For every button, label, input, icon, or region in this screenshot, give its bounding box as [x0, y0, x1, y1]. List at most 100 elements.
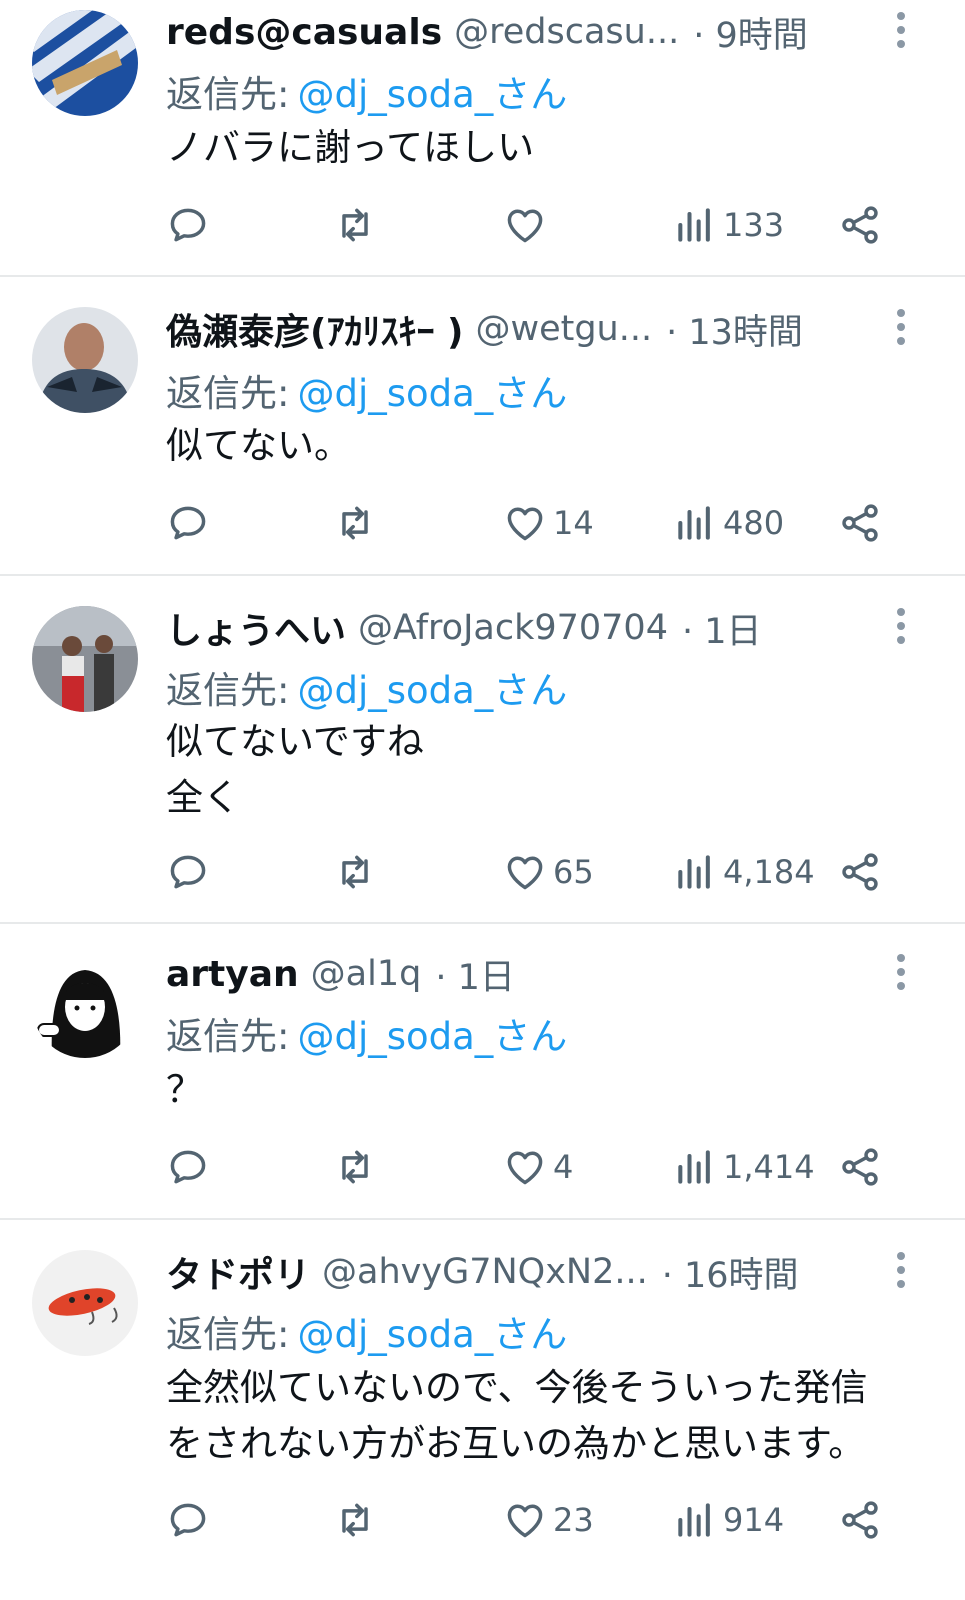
timestamp[interactable]: · 1日: [435, 949, 515, 1000]
timestamp[interactable]: · 16時間: [662, 1247, 799, 1298]
tweet-text: 全然似ていないので、今後そういった発信 をされない方がお互いの為かと思います。: [166, 1366, 868, 1465]
reply-button[interactable]: [166, 847, 210, 897]
display-name[interactable]: reds@casuals: [166, 12, 442, 53]
more-icon[interactable]: [893, 307, 909, 347]
tweet-text: 似てない。: [166, 424, 351, 467]
view-count: 914: [723, 1501, 785, 1539]
retweet-icon: [342, 1150, 368, 1184]
timestamp[interactable]: · 9時間: [693, 7, 808, 58]
reply-button[interactable]: [166, 200, 210, 250]
reply-button[interactable]: [166, 1142, 210, 1192]
share-button[interactable]: [838, 1495, 882, 1545]
more-icon[interactable]: [893, 10, 909, 50]
display-name[interactable]: 偽瀬泰彦(ｱｶﾘｽｷｰ ): [166, 303, 463, 355]
share-button[interactable]: [838, 200, 882, 250]
avatar[interactable]: [32, 10, 138, 116]
reply-context: 返信先: @dj_soda_さん: [166, 1006, 567, 1060]
retweet-button[interactable]: [333, 498, 377, 548]
reply-icon: [170, 1150, 206, 1184]
views-icon: [678, 855, 710, 889]
retweet-icon: [342, 1503, 368, 1537]
timestamp[interactable]: · 13時間: [666, 304, 803, 355]
like-button[interactable]: [503, 200, 553, 250]
reply-button[interactable]: [166, 1495, 210, 1545]
views-button[interactable]: 480: [673, 498, 784, 548]
avatar[interactable]: [32, 952, 138, 1058]
reply-icon: [170, 855, 206, 889]
avatar[interactable]: [32, 1250, 138, 1356]
like-icon: [507, 507, 543, 541]
action-bar: 23 914: [0, 1495, 965, 1545]
avatar[interactable]: [32, 307, 138, 413]
like-button[interactable]: 23: [503, 1495, 594, 1545]
tweet[interactable]: しょうへい @AfroJack970704 · 1日 返信先: @dj_soda_…: [0, 576, 965, 924]
retweet-button[interactable]: [333, 1495, 377, 1545]
reply-icon: [170, 208, 206, 242]
share-button[interactable]: [838, 1142, 882, 1192]
timestamp[interactable]: · 1日: [682, 603, 762, 654]
display-name[interactable]: しょうへい: [166, 602, 346, 654]
views-button[interactable]: 1,414: [673, 1142, 815, 1192]
display-name[interactable]: タドポリ: [166, 1246, 310, 1298]
mention-link[interactable]: @dj_soda_さん: [297, 1015, 567, 1058]
mention-link[interactable]: @dj_soda_さん: [297, 669, 567, 712]
views-icon: [678, 208, 710, 242]
tweet[interactable]: artyan @al1q · 1日 返信先: @dj_soda_さん ？ 4 1,…: [0, 924, 965, 1220]
avatar[interactable]: [32, 606, 138, 712]
handle[interactable]: @redscasu...: [454, 12, 679, 52]
share-icon: [842, 853, 878, 891]
retweet-button[interactable]: [333, 200, 377, 250]
tweet-header: artyan @al1q · 1日: [166, 948, 855, 1000]
retweet-button[interactable]: [333, 1142, 377, 1192]
like-button[interactable]: 4: [503, 1142, 573, 1192]
tweet-header: タドポリ @ahvyG7NQxN2... · 16時間: [166, 1246, 855, 1298]
mention-link[interactable]: @dj_soda_さん: [297, 73, 567, 116]
like-icon: [507, 1151, 543, 1185]
share-button[interactable]: [838, 498, 882, 548]
view-count: 4,184: [723, 853, 815, 891]
reply-prefix: 返信先:: [166, 1015, 290, 1058]
share-icon: [842, 504, 878, 542]
handle[interactable]: @al1q: [311, 954, 422, 994]
view-count: 1,414: [723, 1148, 815, 1186]
more-icon[interactable]: [893, 952, 909, 992]
display-name[interactable]: artyan: [166, 954, 299, 995]
views-button[interactable]: 133: [673, 200, 784, 250]
more-icon[interactable]: [893, 1250, 909, 1290]
like-count: 4: [553, 1148, 574, 1186]
tweet-text: 似てないですね 全く: [166, 720, 424, 819]
mention-link[interactable]: @dj_soda_さん: [297, 1313, 567, 1356]
share-button[interactable]: [838, 847, 882, 897]
tweet[interactable]: reds@casuals @redscasu... · 9時間 返信先: @dj_…: [0, 0, 965, 277]
mention-link[interactable]: @dj_soda_さん: [297, 372, 567, 415]
handle[interactable]: @ahvyG7NQxN2...: [322, 1252, 648, 1292]
action-bar: 133: [0, 200, 965, 250]
more-icon[interactable]: [893, 606, 909, 646]
like-button[interactable]: 14: [503, 498, 594, 548]
reply-prefix: 返信先:: [166, 372, 290, 415]
reply-context: 返信先: @dj_soda_さん: [166, 1304, 567, 1358]
tweet[interactable]: タドポリ @ahvyG7NQxN2... · 16時間 返信先: @dj_soda…: [0, 1220, 965, 1600]
retweet-icon: [342, 506, 368, 540]
reply-prefix: 返信先:: [166, 669, 290, 712]
action-bar: 4 1,414: [0, 1142, 965, 1192]
retweet-icon: [342, 208, 368, 242]
view-count: 133: [723, 206, 785, 244]
reply-icon: [170, 1503, 206, 1537]
retweet-button[interactable]: [333, 847, 377, 897]
handle[interactable]: @AfroJack970704: [358, 608, 668, 648]
reply-feed: reds@casuals @redscasu... · 9時間 返信先: @dj_…: [0, 0, 965, 1600]
reply-button[interactable]: [166, 498, 210, 548]
views-icon: [678, 1150, 710, 1184]
handle[interactable]: @wetgu...: [475, 309, 652, 349]
action-bar: 65 4,184: [0, 847, 965, 897]
tweet-text: ？: [166, 1068, 203, 1111]
views-button[interactable]: 4,184: [673, 847, 815, 897]
reply-icon: [170, 506, 206, 540]
like-button[interactable]: 65: [503, 847, 594, 897]
tweet[interactable]: 偽瀬泰彦(ｱｶﾘｽｷｰ ) @wetgu... · 13時間 返信先: @dj_s…: [0, 277, 965, 576]
views-button[interactable]: 914: [673, 1495, 784, 1545]
tweet-text: ノバラに謝ってほしい: [166, 126, 535, 169]
tweet-header: reds@casuals @redscasu... · 9時間: [166, 6, 855, 58]
like-count: 23: [553, 1501, 594, 1539]
